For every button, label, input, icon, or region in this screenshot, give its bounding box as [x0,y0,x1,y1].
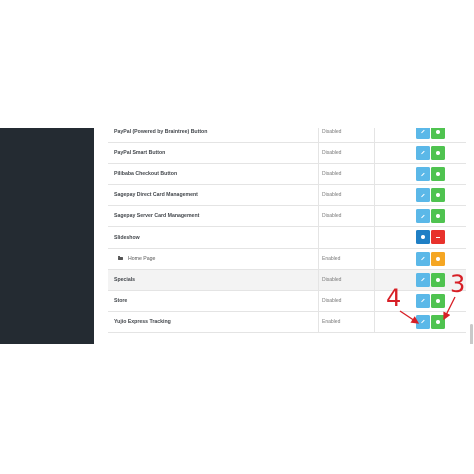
annotation-arrows [399,296,456,324]
